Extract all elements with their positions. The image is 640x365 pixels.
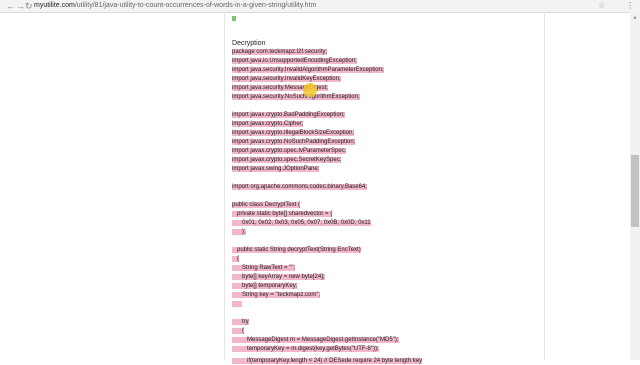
code-line: { <box>232 256 240 262</box>
code-line: import javax.crypto.IllegalBlockSizeExce… <box>232 130 355 136</box>
code-line: import javax.swing.JOptionPane; <box>232 166 320 172</box>
code-line: package com.teckmapz.l2f.security; <box>232 49 328 55</box>
code-line: import java.security.InvalidKeyException… <box>232 76 341 82</box>
right-divider <box>544 12 545 360</box>
code-line: import javax.crypto.spec.IvParameterSpec… <box>232 148 347 154</box>
code-line: { <box>232 328 245 334</box>
code-line: MessageDigest m = MessageDigest.getInsta… <box>232 337 399 343</box>
url-host: myutilite.com <box>34 2 75 9</box>
code-line: public class DecryptText { <box>232 202 301 208</box>
menu-icon[interactable]: ⋮ <box>626 0 634 12</box>
code-line: byte[] temporaryKey; <box>232 283 298 289</box>
code-line: public static String decryptText(String … <box>232 247 361 253</box>
mouse-cursor-highlight <box>303 83 317 97</box>
forward-arrow-icon[interactable]: → <box>16 0 25 12</box>
code-line: import java.io.UnsupportedEncodingExcept… <box>232 58 357 64</box>
code-line: import org.apache.commons.codec.binary.B… <box>232 184 367 190</box>
url-path: /utility/81/java-utility-to-count-occurr… <box>74 2 317 9</box>
code-line: }; <box>232 229 246 235</box>
code-line <box>232 300 243 308</box>
code-line: byte[] keyArray = new byte[24]; <box>232 274 325 280</box>
code-line: import javax.crypto.spec.SecretKeySpec; <box>232 157 342 163</box>
code-line: 0x01, 0x02, 0x03, 0x05, 0x07, 0x0B, 0x0D… <box>232 220 371 226</box>
star-icon[interactable]: ☆ <box>598 0 605 12</box>
code-line: import java.security.InvalidAlgorithmPar… <box>232 67 384 73</box>
code-line: import javax.crypto.BadPaddingException; <box>232 112 345 118</box>
green-marker <box>232 16 236 21</box>
section-heading: Decryption <box>232 40 266 47</box>
scroll-up-arrow-icon[interactable]: ▲ <box>632 15 638 21</box>
code-line: String key = "teckmapz.com"; <box>232 292 321 298</box>
code-line: String RawText = ""; <box>232 265 296 271</box>
left-divider <box>224 12 225 360</box>
address-bar[interactable]: myutilite.com/utility/81/java-utility-to… <box>34 0 594 12</box>
scrollbar-thumb[interactable] <box>631 155 639 227</box>
code-line: try <box>232 319 249 325</box>
back-arrow-icon[interactable]: ← <box>6 0 15 12</box>
code-line: if(temporaryKey.length < 24) // DESede r… <box>232 358 423 364</box>
reload-icon[interactable]: ↻ <box>25 0 33 12</box>
code-line: private static byte[] sharedvector = { <box>232 211 333 217</box>
code-line: temporaryKey = m.digest(key.getBytes("UT… <box>232 346 379 352</box>
code-line: import javax.crypto.Cipher; <box>232 121 304 127</box>
code-line: import java.security.NoSuchAlgorithmExce… <box>232 94 360 100</box>
code-line: import javax.crypto.NoSuchPaddingExcepti… <box>232 139 356 145</box>
